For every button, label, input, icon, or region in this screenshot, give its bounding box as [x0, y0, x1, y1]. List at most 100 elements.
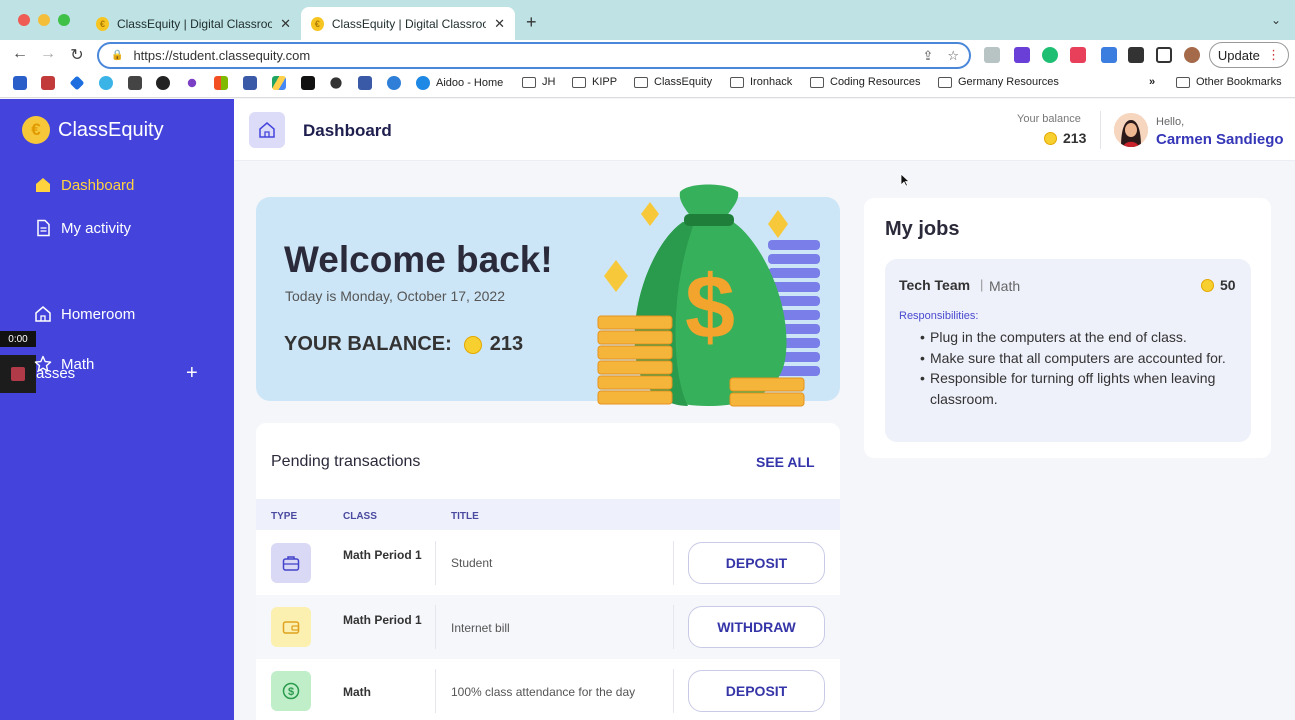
cell-divider [435, 669, 436, 713]
page-title: Dashboard [303, 121, 392, 140]
google-drive-icon[interactable] [272, 76, 286, 90]
extension-icon[interactable] [1014, 47, 1030, 63]
codepen-icon[interactable] [128, 76, 142, 90]
maximize-window-button[interactable] [58, 14, 70, 26]
recording-timer: 0:00 [0, 331, 36, 347]
bookmark-icon[interactable] [301, 76, 315, 90]
sidebar-item-math[interactable]: Math [34, 355, 94, 373]
app-header: Dashboard Your balance 213 Hello, Carmen… [234, 99, 1295, 161]
tab-search-chevron-icon[interactable]: ⌄ [1271, 13, 1281, 27]
job-pay-value: 50 [1220, 277, 1236, 293]
bookmark-aidoo[interactable]: Aidoo - Home [416, 76, 503, 90]
bookmark-folder-germany-resources[interactable]: Germany Resources [938, 76, 1059, 88]
tab-close-icon[interactable]: ✕ [280, 16, 291, 32]
bookmark-icon[interactable] [387, 76, 401, 90]
update-button[interactable]: Update ⋮ [1209, 42, 1289, 68]
bookmark-icon[interactable] [358, 76, 372, 90]
deposit-button[interactable]: DEPOSIT [688, 542, 825, 584]
bookmark-folder-classequity[interactable]: ClassEquity [634, 76, 712, 88]
withdraw-button[interactable]: WITHDRAW [688, 606, 825, 648]
browser-toolbar: ← → ↻ 🔒 https://student.classequity.com … [0, 40, 1295, 70]
cell-divider [673, 605, 674, 649]
bookmark-icon[interactable] [99, 76, 113, 90]
side-panel-icon[interactable] [1156, 47, 1172, 63]
welcome-date: Today is Monday, October 17, 2022 [285, 288, 505, 304]
forward-icon[interactable]: → [38, 45, 58, 63]
minimize-window-button[interactable] [38, 14, 50, 26]
github-icon[interactable] [156, 76, 170, 90]
grammarly-icon[interactable] [1042, 47, 1058, 63]
bookmark-icon[interactable] [187, 78, 197, 88]
recording-stop-button[interactable] [0, 355, 36, 393]
cell-divider [435, 605, 436, 649]
home-button[interactable] [249, 112, 285, 148]
job-card[interactable]: Tech Team | Math 50 Responsibilities: Pl… [885, 259, 1251, 442]
browser-tab[interactable]: € ClassEquity | Digital Classroom ✕ [86, 7, 301, 40]
sidebar-item-label: Math [61, 355, 95, 373]
briefcase-icon [271, 543, 311, 583]
sidebar-item-dashboard[interactable]: Dashboard [34, 176, 134, 194]
transaction-class: Math Period 1 [343, 613, 422, 627]
document-icon [34, 219, 52, 237]
close-window-button[interactable] [18, 14, 30, 26]
transaction-title: 100% class attendance for the day [451, 685, 636, 699]
microsoft-icon[interactable] [214, 76, 228, 90]
back-icon[interactable]: ← [10, 45, 30, 63]
browser-tab-active[interactable]: € ClassEquity | Digital Classroom ✕ [301, 7, 515, 40]
transaction-class: Math Period 1 [343, 548, 422, 562]
classequity-favicon-icon: € [96, 16, 109, 31]
share-icon[interactable]: ⇪ [922, 48, 933, 64]
bookmark-icon[interactable] [41, 76, 55, 90]
my-jobs-card: My jobs Tech Team | Math 50 Responsibili… [864, 198, 1271, 458]
welcome-balance: YOUR BALANCE: 213 [284, 333, 523, 356]
reload-icon[interactable]: ↻ [67, 45, 87, 65]
see-all-link[interactable]: SEE ALL [756, 454, 815, 470]
bookmark-folder-jh[interactable]: JH [522, 76, 555, 88]
extension-icon[interactable] [1101, 47, 1117, 63]
folder-icon [810, 76, 824, 88]
bookmarks-overflow-button[interactable]: » [1149, 76, 1155, 88]
address-bar[interactable]: 🔒 https://student.classequity.com ⇪ ☆ [97, 42, 971, 69]
other-bookmarks[interactable]: Other Bookmarks [1176, 76, 1282, 88]
bookmark-folder-kipp[interactable]: KIPP [572, 76, 617, 88]
bookmark-label: JH [542, 76, 556, 88]
new-tab-icon[interactable]: + [526, 12, 537, 33]
sidebar-item-homeroom[interactable]: Homeroom [34, 305, 135, 323]
bookmark-folder-ironhack[interactable]: Ironhack [730, 76, 792, 88]
avatar[interactable] [1114, 113, 1148, 147]
bookmark-icon[interactable] [69, 75, 85, 91]
add-class-button[interactable]: + [186, 362, 198, 385]
tab-close-icon[interactable]: ✕ [494, 16, 505, 32]
folder-icon [572, 76, 586, 88]
job-separator: | [980, 277, 984, 292]
pocket-icon[interactable] [1070, 47, 1086, 63]
profile-avatar-icon[interactable] [1184, 47, 1200, 63]
home-icon [34, 176, 52, 194]
user-name[interactable]: Carmen Sandiego [1156, 131, 1284, 148]
transaction-class: Math [343, 685, 371, 699]
table-row: Math Period 1 Internet bill WITHDRAW [256, 595, 840, 659]
column-header-type: TYPE [271, 511, 298, 522]
extension-icon[interactable] [984, 47, 1000, 63]
bookmark-icon[interactable] [330, 77, 342, 89]
responsibilities-list: Plug in the computers at the end of clas… [920, 327, 1230, 409]
bookmark-label: Ironhack [750, 76, 793, 88]
brand-name: ClassEquity [58, 119, 164, 141]
wallet-icon [271, 607, 311, 647]
puzzle-extensions-icon[interactable] [1128, 47, 1144, 63]
folder-icon [522, 76, 536, 88]
deposit-button[interactable]: DEPOSIT [688, 670, 825, 712]
sidebar: € ClassEquity Dashboard My activity 0:00… [0, 99, 234, 720]
column-header-title: TITLE [451, 511, 479, 522]
bookmark-icon[interactable] [243, 76, 257, 90]
classequity-logo-icon: € [22, 116, 50, 144]
tab-title: ClassEquity | Digital Classroom [331, 16, 487, 31]
bookmark-star-icon[interactable]: ☆ [947, 48, 959, 64]
bookmark-folder-coding-resources[interactable]: Coding Resources [810, 76, 921, 88]
svg-text:$: $ [685, 258, 735, 358]
bookmark-label: KIPP [592, 76, 618, 88]
sidebar-item-my-activity[interactable]: My activity [34, 219, 131, 237]
update-label: Update [1217, 47, 1260, 63]
pending-transactions-title: Pending transactions [271, 453, 421, 470]
bookmark-icon[interactable] [13, 76, 27, 90]
